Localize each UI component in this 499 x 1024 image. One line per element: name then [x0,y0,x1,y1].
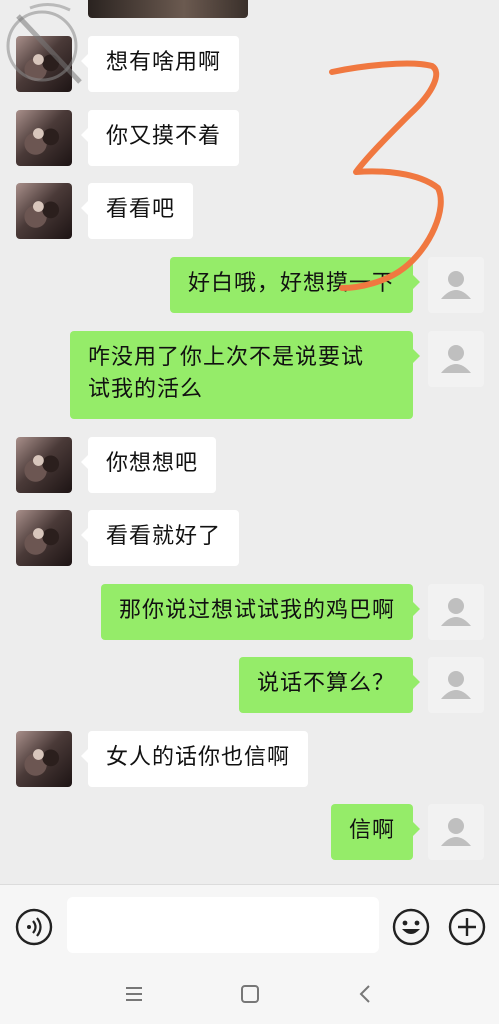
default-user-icon [428,584,484,640]
contact-avatar[interactable] [16,510,72,566]
outgoing-message-bubble[interactable]: 那你说过想试试我的鸡巴啊 [100,584,421,640]
system-nav-bar [0,964,499,1024]
input-bar [0,884,499,965]
incoming-message-bubble[interactable]: 你又摸不着 [80,110,240,166]
incoming-message-bubble[interactable]: 想有啥用啊 [80,36,240,92]
message-text: 你想想吧 [106,451,199,476]
chat-area[interactable]: 想有啥用啊 你又摸不着 看看吧 好白哦，好想摸一下 咋没用了你上次不是说要试 试… [0,0,499,884]
contact-avatar[interactable] [16,110,72,166]
message-text: 看看吧 [106,197,176,222]
user-avatar[interactable] [428,331,484,387]
menu-icon[interactable] [120,980,148,1008]
user-avatar[interactable] [428,657,484,713]
default-user-icon [428,804,484,860]
outgoing-message-bubble[interactable]: 好白哦，好想摸一下 [169,257,421,313]
back-icon[interactable] [352,980,380,1008]
outgoing-message-bubble[interactable]: 咋没用了你上次不是说要试 试我的活么 [70,331,420,419]
incoming-message-bubble[interactable]: 你想想吧 [80,437,217,493]
message-text-line: 试我的活么 [88,377,204,402]
message-text: 你又摸不着 [106,124,222,149]
message-text: 信啊 [348,818,395,843]
message-text: 想有啥用啊 [106,50,222,75]
incoming-message-bubble[interactable]: 看看吧 [80,183,194,239]
outgoing-message-bubble[interactable]: 说话不算么？ [238,657,421,713]
message-text: 女人的话你也信啊 [106,745,291,770]
default-user-icon [428,657,484,713]
contact-avatar[interactable] [16,437,72,493]
message-text-line: 咋没用了你上次不是说要试 [88,345,365,370]
outgoing-message-bubble[interactable]: 信啊 [330,804,421,860]
voice-icon[interactable] [14,907,54,947]
user-avatar[interactable] [428,804,484,860]
message-text: 好白哦，好想摸一下 [187,271,395,296]
home-icon[interactable] [236,980,264,1008]
previous-image-message[interactable] [88,0,248,18]
plus-icon[interactable] [447,907,487,947]
message-text: 说话不算么？ [256,671,395,696]
user-avatar[interactable] [428,584,484,640]
incoming-message-bubble[interactable]: 看看就好了 [80,510,240,566]
message-input[interactable] [67,897,379,953]
message-text: 看看就好了 [106,524,222,549]
watermark-logo [6,3,82,84]
emoji-icon[interactable] [391,907,431,947]
contact-avatar[interactable] [16,183,72,239]
incoming-message-bubble[interactable]: 女人的话你也信啊 [80,731,309,787]
default-user-icon [428,257,484,313]
message-text: 那你说过想试试我的鸡巴啊 [118,598,395,623]
user-avatar[interactable] [428,257,484,313]
contact-avatar[interactable] [16,731,72,787]
default-user-icon [428,331,484,387]
